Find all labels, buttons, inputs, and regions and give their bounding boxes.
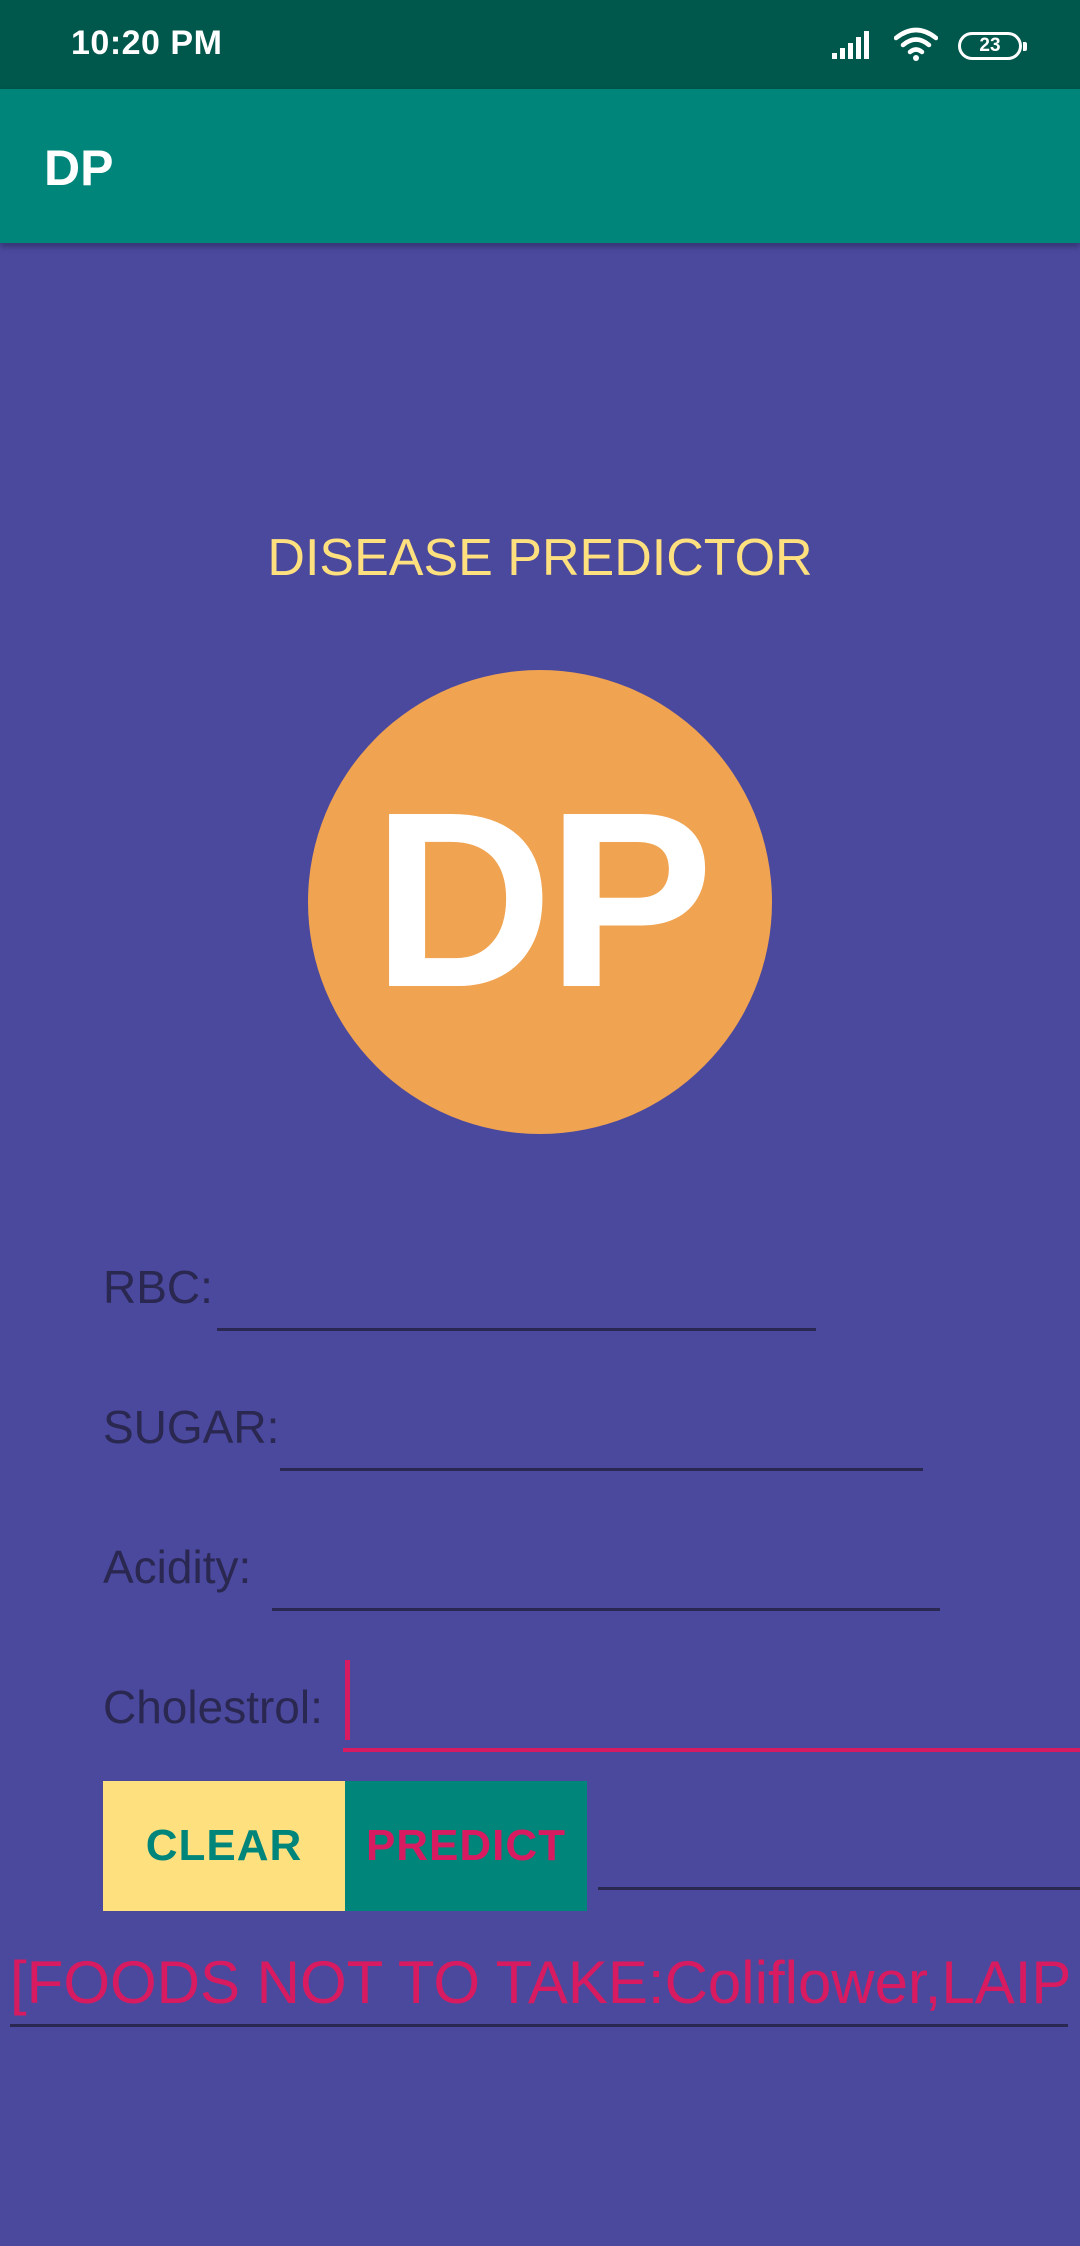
rbc-input[interactable] — [217, 1272, 816, 1331]
battery-tip — [1023, 42, 1027, 51]
result-text: [FOODS NOT TO TAKE:Coliflower,LAIP] — [10, 1948, 1068, 2027]
acidity-input[interactable] — [272, 1552, 940, 1611]
acidity-label: Acidity: — [103, 1541, 252, 1593]
battery-level: 23 — [979, 35, 1001, 56]
app-bar: DP — [0, 89, 1080, 243]
dp-logo: DP — [308, 670, 772, 1134]
logo-text: DP — [372, 759, 713, 1039]
status-bar: 10:20 PM 23 — [0, 0, 1080, 89]
sugar-input[interactable] — [280, 1412, 923, 1471]
status-icons: 23 — [832, 26, 1027, 66]
status-time: 10:20 PM — [71, 24, 223, 62]
signal-icon — [832, 29, 874, 64]
page-title: DISEASE PREDICTOR — [267, 529, 813, 587]
app-title: DP — [44, 140, 114, 196]
rbc-label: RBC: — [103, 1261, 213, 1313]
clear-button[interactable]: CLEAR — [103, 1781, 345, 1911]
text-cursor — [345, 1660, 350, 1740]
cholestrol-label: Cholestrol: — [103, 1681, 323, 1733]
wifi-icon — [893, 27, 939, 66]
result-input[interactable] — [598, 1887, 1080, 1890]
battery-icon: 23 — [958, 32, 1027, 60]
predict-button[interactable]: PREDICT — [345, 1781, 587, 1911]
cholestrol-input[interactable] — [343, 1658, 1080, 1752]
sugar-label: SUGAR: — [103, 1401, 280, 1453]
